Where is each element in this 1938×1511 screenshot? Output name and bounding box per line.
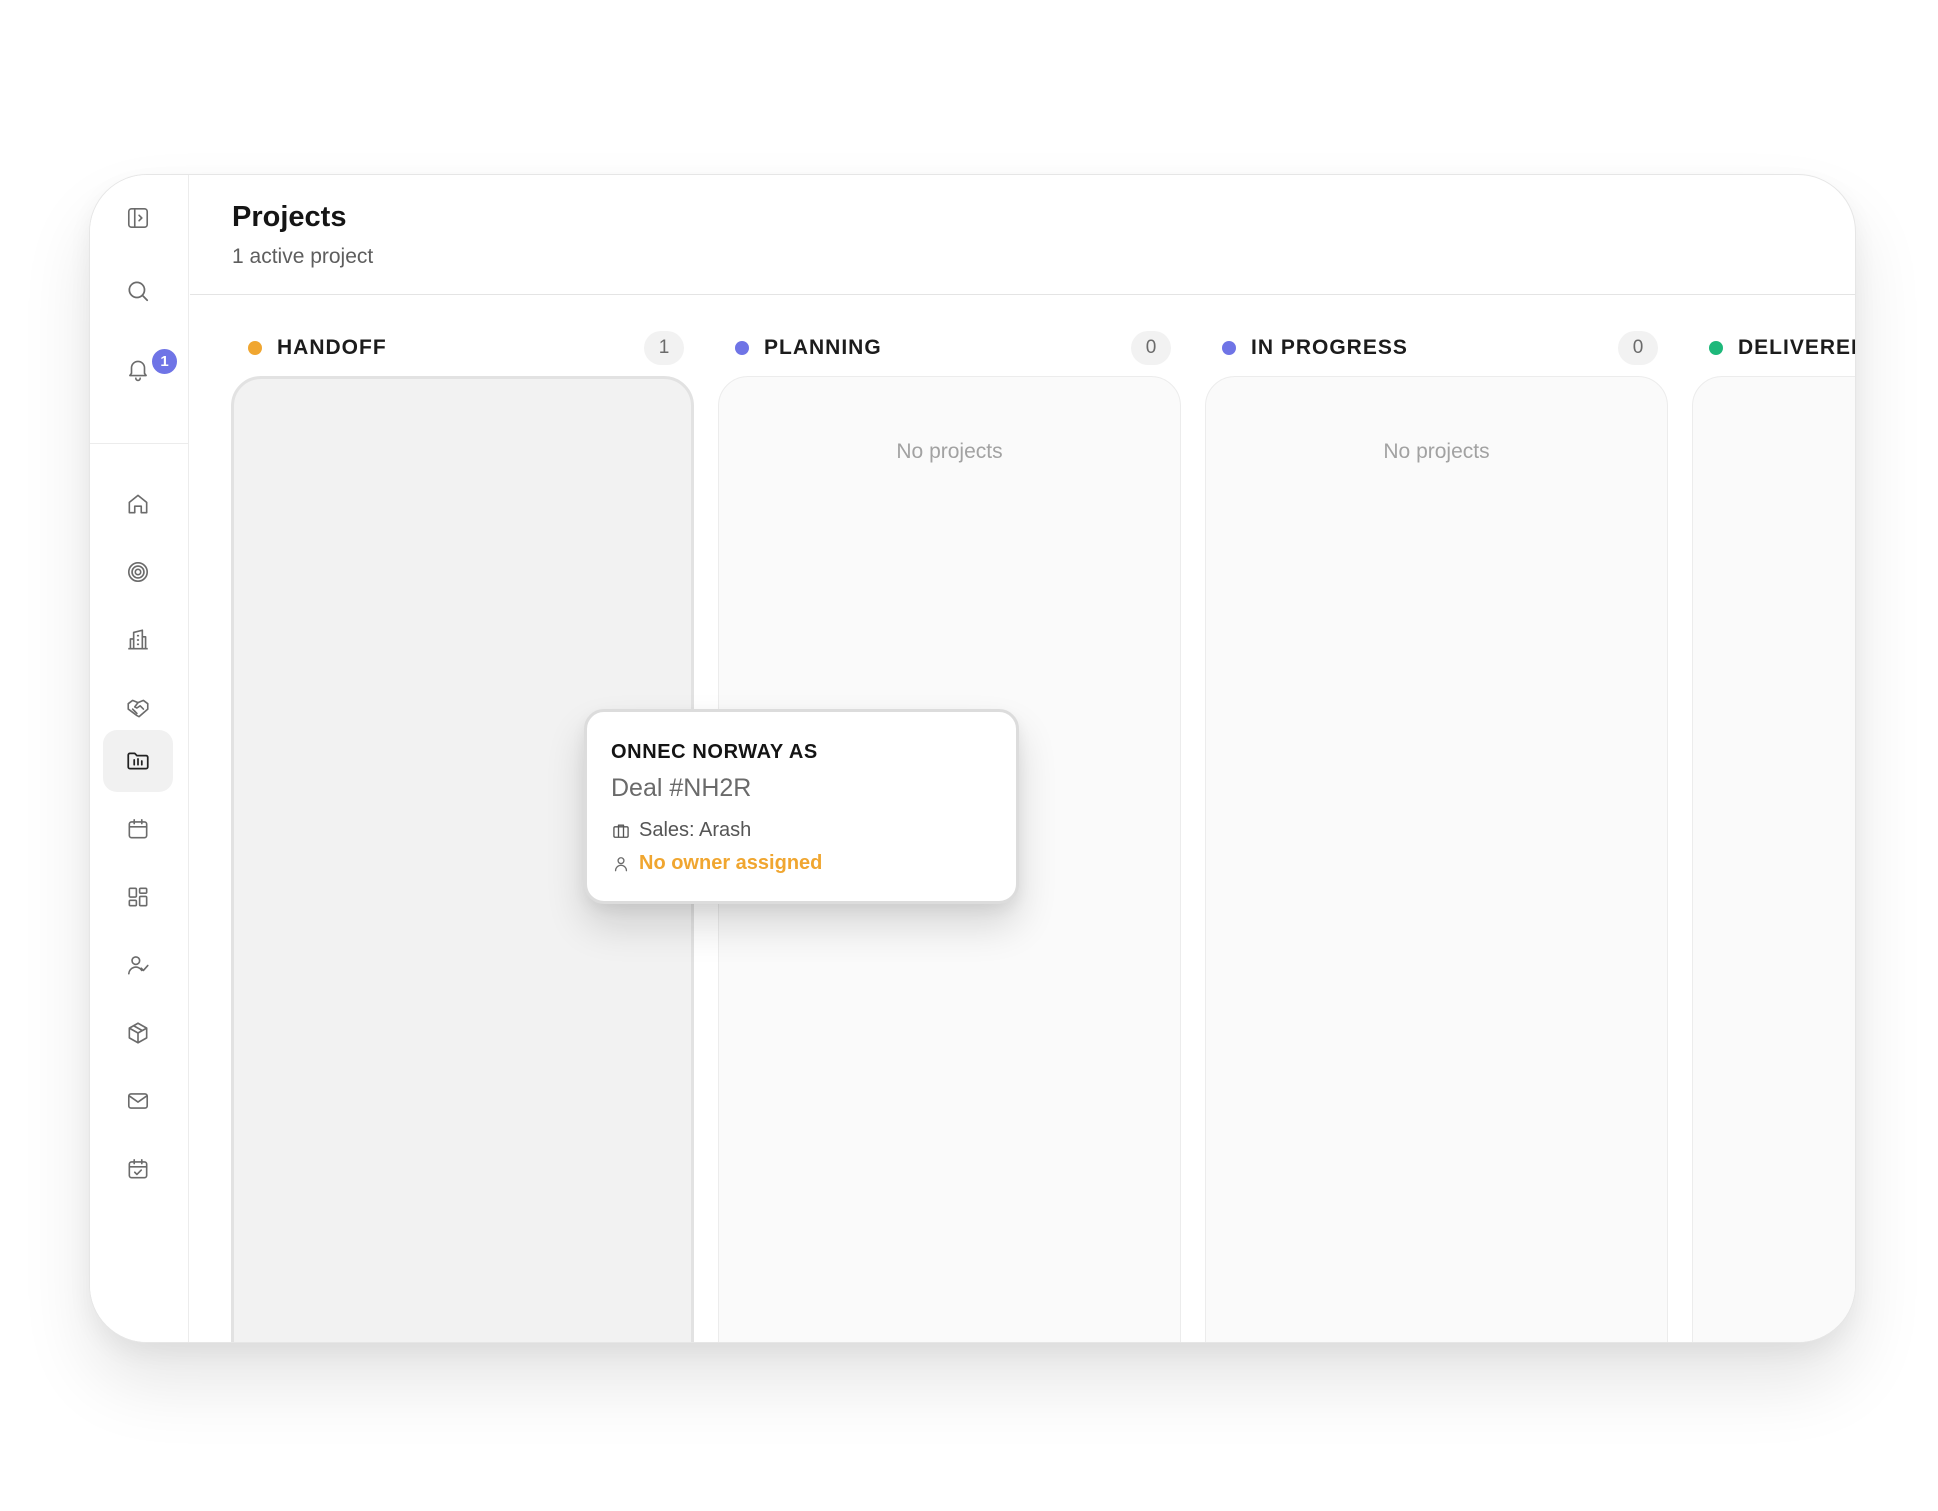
sidebar-item-home[interactable] [103, 473, 173, 535]
folder-chart-icon [127, 752, 149, 770]
column-header: HANDOFF 1 [239, 331, 694, 365]
project-card[interactable]: ONNEC NORWAY AS Deal #NH2R Sales: Arash … [584, 709, 1019, 904]
calendar-check-icon [128, 1158, 148, 1179]
column-count: 0 [1131, 331, 1171, 365]
sidebar: 1 [90, 175, 189, 1342]
building-icon [128, 629, 148, 650]
column-dropzone[interactable]: No projects [1205, 376, 1668, 1342]
sidebar-item-targets[interactable] [103, 541, 173, 603]
handshake-icon [127, 699, 149, 718]
grid-icon [128, 887, 148, 907]
column-header: DELIVERED [1700, 333, 1855, 363]
status-dot [1709, 341, 1723, 355]
column-in-progress: IN PROGRESS 0 No projects [1205, 296, 1668, 1342]
sidebar-item-mail[interactable] [103, 1070, 173, 1132]
status-dot [1222, 341, 1236, 355]
status-dot [735, 341, 749, 355]
kanban-board: HANDOFF 1 PLANNING 0 No projects IN PROG… [190, 296, 1855, 1342]
card-sales: Sales: Arash [639, 819, 752, 841]
card-deal-id: Deal #NH2R [611, 774, 752, 802]
app-window: 1 Projects 1 active project HANDOFF 1 PL… [89, 174, 1856, 1343]
card-company: ONNEC NORWAY AS [611, 741, 818, 763]
search-button[interactable] [103, 260, 173, 322]
home-icon [128, 494, 148, 514]
column-count: 0 [1618, 331, 1658, 365]
column-title: IN PROGRESS [1251, 336, 1408, 359]
page-subtitle: 1 active project [232, 245, 374, 268]
page-header: Projects 1 active project [190, 175, 1855, 295]
column-dropzone[interactable] [1692, 376, 1855, 1342]
calendar-icon [128, 818, 148, 839]
empty-state: No projects [1383, 440, 1490, 463]
column-header: IN PROGRESS 0 [1213, 331, 1668, 365]
page-title: Projects [232, 201, 347, 233]
empty-state: No projects [896, 440, 1003, 463]
column-count: 1 [644, 331, 684, 365]
column-title: DELIVERED [1738, 336, 1855, 359]
briefcase-icon [613, 824, 629, 838]
bell-icon [129, 360, 147, 382]
column-title: HANDOFF [277, 336, 387, 359]
box-icon [128, 1022, 148, 1044]
card-sales-row: Sales: Arash [611, 819, 751, 842]
mail-icon [127, 1093, 149, 1109]
sidebar-item-products[interactable] [103, 1002, 173, 1064]
panel-toggle-icon [127, 207, 149, 229]
column-header: PLANNING 0 [726, 331, 1181, 365]
user-icon [614, 856, 628, 871]
sidebar-item-contacts[interactable] [103, 934, 173, 996]
sidebar-item-calendar[interactable] [103, 798, 173, 860]
sidebar-item-companies[interactable] [103, 609, 173, 671]
user-check-icon [127, 956, 149, 975]
sidebar-item-projects[interactable] [103, 730, 173, 792]
search-icon [128, 281, 149, 302]
card-owner: No owner assigned [639, 852, 823, 874]
sidebar-item-tasks[interactable] [103, 1138, 173, 1200]
toggle-sidebar-button[interactable] [103, 187, 173, 249]
target-icon [127, 561, 149, 583]
notification-badge: 1 [150, 347, 179, 376]
sidebar-item-dashboards[interactable] [103, 866, 173, 928]
sidebar-divider [90, 443, 189, 444]
card-owner-row: No owner assigned [611, 852, 822, 875]
column-title: PLANNING [764, 336, 882, 359]
column-delivered: DELIVERED [1692, 296, 1855, 1342]
status-dot [248, 341, 262, 355]
